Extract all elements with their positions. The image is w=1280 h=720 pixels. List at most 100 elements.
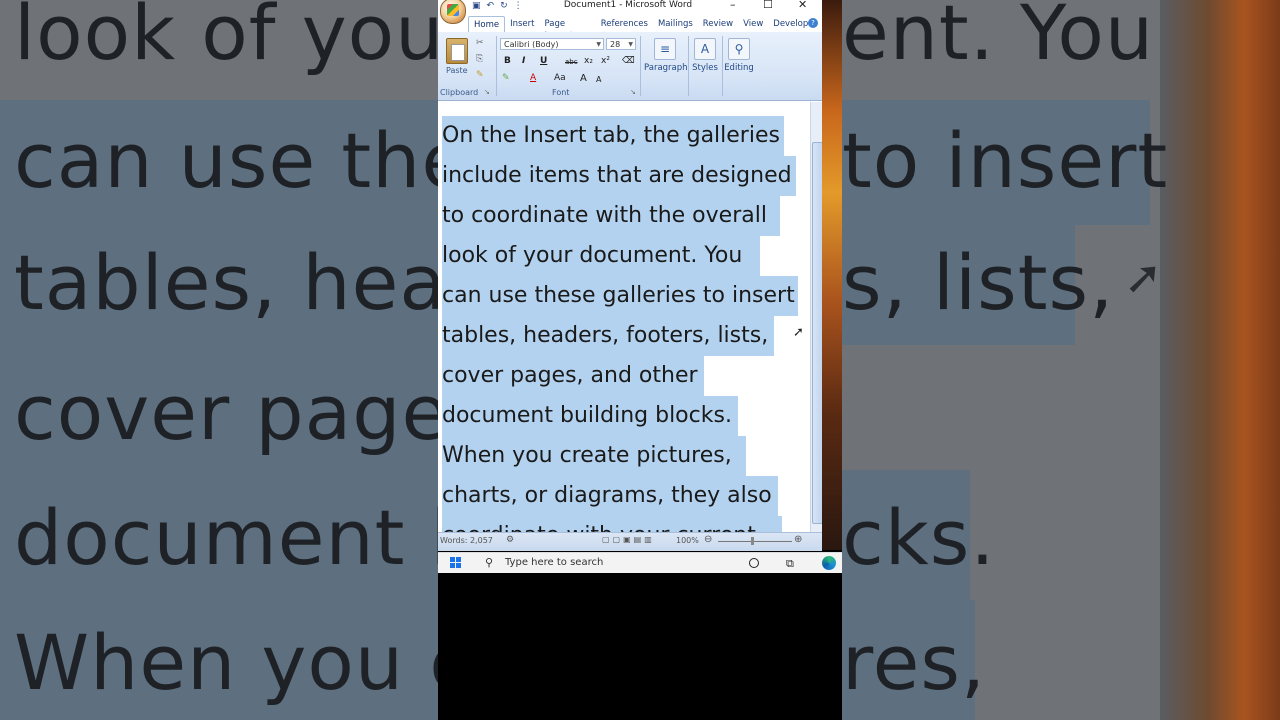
- font-name-value: Calibri (Body): [504, 40, 559, 49]
- background-text-fragment: cks.: [842, 493, 996, 582]
- format-painter-icon[interactable]: ✎: [476, 70, 484, 80]
- font-color-button[interactable]: A: [530, 73, 536, 83]
- superscript-button[interactable]: x²: [601, 56, 610, 66]
- highlight-icon[interactable]: ✎: [502, 73, 510, 83]
- document-text-line[interactable]: On the Insert tab, the galleries: [442, 116, 780, 156]
- office-logo-icon: [447, 4, 459, 16]
- zoom-slider[interactable]: [718, 541, 792, 542]
- background-text-line: look of your: [14, 0, 477, 77]
- shrink-font-button[interactable]: A: [596, 75, 601, 84]
- background-text-fragment: to insert: [842, 116, 1169, 205]
- tab-home[interactable]: Home: [468, 16, 506, 32]
- desktop-wallpaper-strip: [822, 0, 842, 550]
- document-text-line[interactable]: include items that are designed: [442, 156, 792, 196]
- tab-insert[interactable]: Insert: [505, 16, 539, 32]
- maximize-button[interactable]: ☐: [763, 0, 773, 11]
- paragraph-group-button[interactable]: ≡ Paragraph: [644, 38, 688, 73]
- document-text-line[interactable]: coordinate with your current: [442, 516, 756, 532]
- word-window: ▣ ↶ ↻ ⋮ Document1 - Microsoft Word – ☐ ✕…: [438, 0, 823, 551]
- styles-icon: A: [694, 38, 716, 60]
- document-text-line[interactable]: document building blocks.: [442, 396, 732, 436]
- background-sunset-strip: [1160, 0, 1280, 720]
- ribbon-tabs: Home Insert Page Layout References Maili…: [468, 16, 822, 41]
- quick-access-toolbar: ▣ ↶ ↻ ⋮: [472, 0, 523, 12]
- screen-capture: ▣ ↶ ↻ ⋮ Document1 - Microsoft Word – ☐ ✕…: [438, 0, 842, 720]
- styles-label: Styles: [692, 63, 718, 73]
- font-name-combo[interactable]: Calibri (Body) ▼: [500, 38, 604, 50]
- redo-icon[interactable]: ↻: [500, 1, 508, 11]
- group-divider: [688, 36, 689, 96]
- tab-view[interactable]: View: [738, 16, 768, 32]
- strikethrough-button[interactable]: abc: [565, 58, 578, 66]
- clear-formatting-icon[interactable]: ⌫: [622, 56, 635, 66]
- office-button[interactable]: [440, 0, 466, 24]
- styles-group-button[interactable]: A Styles: [690, 38, 720, 73]
- document-page[interactable]: On the Insert tab, the galleries include…: [438, 102, 810, 532]
- ribbon-home: Paste ✂ ⎘ ✎ Clipboard ↘ Calibri (Body) ▼…: [438, 32, 822, 101]
- group-divider: [640, 36, 641, 96]
- zoom-out-icon[interactable]: ⊖: [704, 534, 712, 545]
- title-bar: ▣ ↶ ↻ ⋮ Document1 - Microsoft Word – ☐ ✕: [438, 0, 822, 24]
- zoom-in-icon[interactable]: ⊕: [794, 534, 802, 545]
- chevron-down-icon: ▼: [628, 41, 633, 48]
- background-text-line: tables, head: [14, 238, 497, 327]
- tab-page-layout[interactable]: Page Layout: [540, 16, 596, 41]
- tab-mailings[interactable]: Mailings: [653, 16, 698, 32]
- background-text-fragment: s, lists,: [842, 238, 1115, 327]
- help-icon[interactable]: ?: [808, 18, 818, 28]
- view-buttons-icon[interactable]: ▢▢▣▤▥: [602, 535, 655, 544]
- background-text-fragment: res,: [842, 618, 987, 707]
- bold-button[interactable]: B: [504, 56, 511, 66]
- cut-icon[interactable]: ✂: [476, 38, 484, 48]
- document-text-line[interactable]: When you create pictures,: [442, 436, 732, 476]
- underline-button[interactable]: U: [540, 56, 547, 66]
- clipboard-group-label: Clipboard: [440, 88, 479, 97]
- editing-group-button[interactable]: ⚲ Editing: [724, 38, 754, 73]
- editing-label: Editing: [724, 63, 754, 73]
- proofing-icon[interactable]: ⚙: [506, 535, 514, 545]
- mouse-cursor-icon: ➚: [793, 325, 804, 340]
- copy-icon[interactable]: ⎘: [476, 54, 483, 64]
- document-text-line[interactable]: tables, headers, footers, lists,: [442, 316, 768, 356]
- font-launcher-icon[interactable]: ↘: [630, 88, 636, 96]
- tab-review[interactable]: Review: [698, 16, 738, 32]
- background-text-line: When you c: [14, 618, 472, 707]
- search-icon[interactable]: ⚲: [485, 556, 493, 569]
- binoculars-icon: ⚲: [728, 38, 750, 60]
- document-text-line[interactable]: charts, or diagrams, they also: [442, 476, 772, 516]
- grow-font-button[interactable]: A: [580, 73, 587, 84]
- italic-button[interactable]: I: [522, 56, 525, 66]
- window-title: Document1 - Microsoft Word: [563, 0, 693, 10]
- task-view-icon[interactable]: ⧉: [786, 557, 794, 571]
- document-text-line[interactable]: to coordinate with the overall: [442, 196, 767, 236]
- font-size-combo[interactable]: 28 ▼: [606, 38, 636, 50]
- windows-start-icon[interactable]: [450, 557, 462, 569]
- customize-qat-icon[interactable]: ⋮: [514, 1, 523, 11]
- paragraph-label: Paragraph: [644, 63, 688, 73]
- clipboard-launcher-icon[interactable]: ↘: [484, 88, 490, 96]
- background-cursor-icon: ➚: [1124, 250, 1163, 304]
- zoom-slider-thumb[interactable]: [751, 537, 754, 545]
- close-button[interactable]: ✕: [798, 0, 807, 11]
- taskbar-search-input[interactable]: Type here to search: [505, 557, 603, 568]
- font-size-value: 28: [610, 40, 621, 49]
- group-divider: [722, 36, 723, 96]
- undo-icon[interactable]: ↶: [487, 1, 495, 11]
- change-case-button[interactable]: Aa: [554, 73, 566, 83]
- tab-references[interactable]: References: [596, 16, 653, 32]
- document-text-line[interactable]: look of your document. You: [442, 236, 742, 276]
- save-icon[interactable]: ▣: [472, 1, 481, 11]
- paragraph-icon: ≡: [654, 38, 676, 60]
- document-text-line[interactable]: cover pages, and other: [442, 356, 698, 396]
- cortana-icon[interactable]: [749, 558, 759, 568]
- document-text-line[interactable]: can use these galleries to insert: [442, 276, 795, 316]
- subscript-button[interactable]: x₂: [584, 56, 593, 66]
- edge-browser-icon[interactable]: [822, 556, 836, 570]
- minimize-button[interactable]: –: [730, 0, 736, 11]
- zoom-level[interactable]: 100%: [676, 536, 699, 545]
- group-divider: [496, 36, 497, 96]
- background-text-line: document b: [14, 493, 480, 582]
- word-count[interactable]: Words: 2,057: [440, 536, 493, 545]
- paste-button-label[interactable]: Paste: [446, 66, 468, 75]
- paste-sheet-icon: [451, 44, 465, 61]
